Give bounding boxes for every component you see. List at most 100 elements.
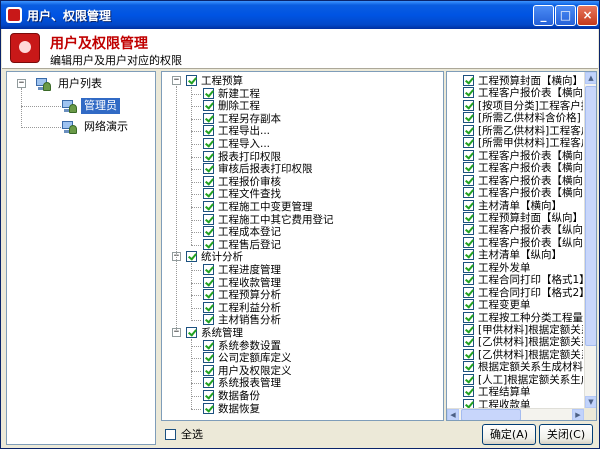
- permission-item[interactable]: 工程导出...: [162, 125, 442, 137]
- report-item[interactable]: [乙供材料]根据定额关系: [447, 348, 583, 361]
- permission-item[interactable]: 新建工程: [162, 87, 442, 100]
- checkbox[interactable]: [203, 87, 214, 99]
- checkbox[interactable]: [203, 390, 214, 401]
- checkbox[interactable]: [463, 112, 474, 124]
- checkbox[interactable]: [463, 261, 474, 273]
- checkbox[interactable]: [463, 336, 474, 348]
- scroll-thumb[interactable]: [461, 409, 521, 420]
- report-item[interactable]: 工程客户报价表【横向】: [447, 162, 583, 174]
- checkbox[interactable]: [203, 314, 214, 326]
- checkbox[interactable]: [463, 299, 474, 311]
- permission-item[interactable]: 工程导入...: [162, 138, 442, 150]
- checkbox[interactable]: [203, 377, 214, 389]
- report-item[interactable]: 工程预算封面【纵向】: [447, 211, 583, 224]
- checkbox[interactable]: [463, 187, 474, 199]
- collapse-toggle[interactable]: −: [172, 76, 181, 85]
- permission-item[interactable]: 审核后报表打印权限: [162, 163, 442, 175]
- report-permission-list[interactable]: 工程预算封面【横向】工程客户报价表【横向】[按项目分类]工程客户报价表[所需乙供…: [446, 71, 597, 421]
- checkbox[interactable]: [165, 429, 176, 440]
- scroll-down-arrow-icon[interactable]: ▼: [585, 396, 596, 408]
- checkbox[interactable]: [463, 162, 474, 174]
- tree-node-root[interactable]: − 用户列表: [7, 76, 155, 93]
- checkbox[interactable]: [203, 112, 214, 124]
- scroll-thumb[interactable]: [585, 86, 596, 346]
- checkbox[interactable]: [463, 249, 474, 261]
- permission-group[interactable]: − 工程预算: [162, 75, 442, 87]
- report-item[interactable]: [按项目分类]工程客户报价表: [447, 99, 583, 112]
- permission-item[interactable]: 数据备份: [162, 390, 442, 402]
- checkbox[interactable]: [203, 364, 214, 376]
- report-item[interactable]: 根据定额关系生成材料: [447, 361, 583, 373]
- report-item[interactable]: 工程外发单: [447, 261, 583, 274]
- permission-item[interactable]: 工程施工中变更管理: [162, 201, 442, 213]
- report-item[interactable]: [所需甲供材料]工程客户报价表: [447, 137, 583, 149]
- report-item[interactable]: [乙供材料]根据定额关系: [447, 336, 583, 348]
- checkbox[interactable]: [463, 99, 474, 111]
- checkbox[interactable]: [463, 174, 474, 186]
- checkbox[interactable]: [463, 361, 474, 373]
- checkbox[interactable]: [463, 149, 474, 161]
- checkbox[interactable]: [463, 137, 474, 149]
- checkbox[interactable]: [203, 226, 214, 238]
- permission-item[interactable]: 主材销售分析: [162, 314, 442, 326]
- permission-item[interactable]: 工程另存副本: [162, 112, 442, 125]
- report-item[interactable]: [所需乙供材料含价格]: [447, 112, 583, 124]
- checkbox[interactable]: [203, 339, 214, 351]
- tree-node-user-admin[interactable]: 管理员: [7, 98, 155, 115]
- scroll-up-arrow-icon[interactable]: ▲: [585, 72, 596, 84]
- permission-tree[interactable]: − 工程预算 新建工程 删除工程 工程另存副本 工程导出... 工程导入... 报表打印权限审…: [161, 71, 444, 421]
- permission-item[interactable]: 公司定额库定义: [162, 352, 442, 364]
- permission-item[interactable]: 工程预算分析: [162, 289, 442, 301]
- permission-item[interactable]: 工程收款管理: [162, 276, 442, 289]
- scroll-right-arrow-icon[interactable]: ▶: [572, 409, 584, 420]
- report-item[interactable]: 工程合同打印【格式1】: [447, 274, 583, 286]
- checkbox[interactable]: [186, 75, 197, 86]
- user-tree[interactable]: − 用户列表 管理员 网络演示: [6, 71, 156, 445]
- collapse-toggle[interactable]: −: [17, 79, 26, 88]
- report-item[interactable]: 工程结算单: [447, 386, 583, 398]
- checkbox[interactable]: [463, 211, 474, 223]
- checkbox[interactable]: [203, 213, 214, 225]
- checkbox[interactable]: [463, 274, 474, 286]
- report-item[interactable]: 主材清单【横向】: [447, 199, 583, 212]
- checkbox[interactable]: [186, 251, 197, 263]
- checkbox[interactable]: [203, 150, 214, 162]
- permission-item[interactable]: 工程进度管理: [162, 264, 442, 276]
- permission-item[interactable]: 数据恢复: [162, 402, 442, 415]
- report-item[interactable]: 工程客户报价表【纵向】: [447, 236, 583, 249]
- report-item[interactable]: [所需乙供材料]工程客户报价表: [447, 124, 583, 137]
- scroll-left-arrow-icon[interactable]: ◀: [447, 409, 459, 420]
- checkbox[interactable]: [463, 373, 474, 385]
- permission-item[interactable]: 报表打印权限: [162, 150, 442, 163]
- checkbox[interactable]: [463, 199, 474, 211]
- checkbox[interactable]: [463, 124, 474, 136]
- checkbox[interactable]: [203, 264, 214, 275]
- permission-item[interactable]: 工程利益分析: [162, 301, 442, 314]
- checkbox[interactable]: [203, 125, 214, 137]
- report-item[interactable]: [甲供材料]根据定额关系: [447, 324, 583, 336]
- checkbox[interactable]: [203, 402, 214, 414]
- checkbox[interactable]: [463, 224, 474, 236]
- report-item[interactable]: 主材清单【纵向】: [447, 249, 583, 261]
- close-button[interactable]: 关闭(C): [539, 424, 593, 445]
- report-item[interactable]: [人工]根据定额关系生成: [447, 373, 583, 386]
- maximize-button[interactable]: □: [555, 5, 576, 26]
- permission-item[interactable]: 用户及权限定义: [162, 364, 442, 377]
- vertical-scrollbar[interactable]: ▲ ▼: [584, 72, 596, 408]
- checkbox[interactable]: [463, 75, 474, 86]
- checkbox[interactable]: [203, 276, 214, 288]
- report-item[interactable]: 工程客户报价表【横向】: [447, 149, 583, 162]
- checkbox[interactable]: [463, 324, 474, 335]
- checkbox[interactable]: [203, 289, 214, 301]
- checkbox[interactable]: [203, 163, 214, 175]
- report-item[interactable]: 工程变更单: [447, 299, 583, 311]
- report-item[interactable]: 工程客户报价表【横向】: [447, 174, 583, 187]
- checkbox[interactable]: [203, 352, 214, 364]
- ok-button[interactable]: 确定(A): [482, 424, 536, 445]
- permission-group[interactable]: − 统计分析: [162, 251, 442, 263]
- checkbox[interactable]: [203, 201, 214, 212]
- checkbox[interactable]: [203, 301, 214, 313]
- permission-item[interactable]: 工程施工中其它费用登记: [162, 213, 442, 226]
- checkbox[interactable]: [203, 238, 214, 250]
- report-item[interactable]: 工程客户报价表【纵向】: [447, 224, 583, 236]
